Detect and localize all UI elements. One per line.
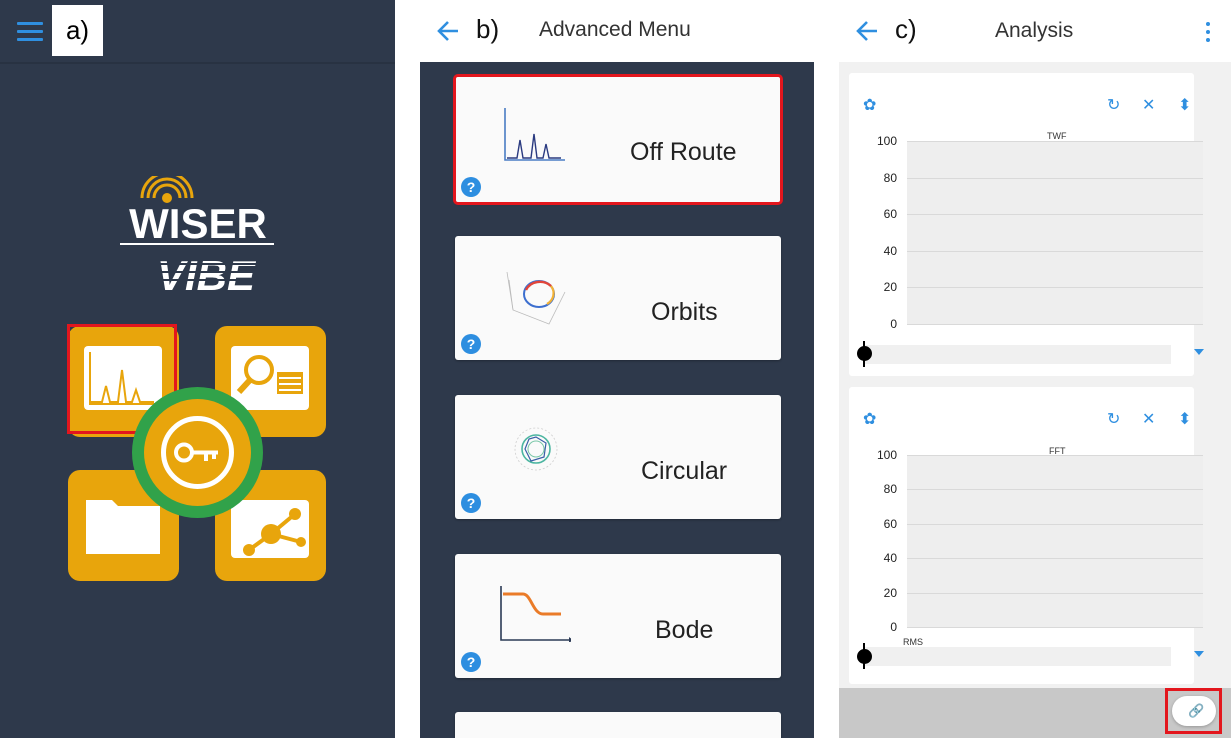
figure-label-c: c) [895, 14, 917, 44]
hamburger-menu-icon[interactable] [17, 22, 43, 42]
circular-plot-icon [514, 427, 558, 471]
link-icon: 🔗 [1188, 703, 1205, 718]
menu-card-label: Bode [655, 616, 714, 644]
y-tick-label: 20 [883, 586, 897, 600]
menu-card-bode[interactable]: Bode ? [455, 554, 781, 678]
range-slider[interactable] [863, 647, 1171, 666]
back-arrow-icon[interactable] [855, 20, 879, 42]
sort-icon[interactable]: ⬍ [1178, 95, 1191, 115]
menu-card-label: Orbits [651, 298, 718, 326]
gridline [907, 324, 1203, 325]
magnifier-document-icon [236, 355, 303, 395]
close-icon[interactable]: ✕ [1142, 95, 1155, 115]
gridline [907, 287, 1203, 288]
settings-icon[interactable]: ✿ [863, 409, 876, 429]
help-icon[interactable]: ? [461, 334, 481, 354]
plot-area [907, 141, 1203, 325]
gridline [907, 455, 1203, 456]
y-tick-label: 60 [883, 517, 897, 531]
refresh-icon[interactable]: ↻ [1107, 409, 1120, 429]
chart-title: TWF [1047, 131, 1067, 141]
y-tick-label: 60 [883, 207, 897, 221]
help-icon[interactable]: ? [461, 177, 481, 197]
menu-card-off-route[interactable]: Off Route ? [453, 74, 783, 205]
gridline [907, 524, 1203, 525]
gridline [907, 489, 1203, 490]
menu-card-circular[interactable]: Circular ? [455, 395, 781, 519]
bode-plot-icon [500, 586, 571, 642]
slider-handle[interactable] [857, 346, 872, 361]
key-icon [161, 416, 234, 489]
more-options-icon[interactable] [1205, 22, 1211, 42]
refresh-icon[interactable]: ↻ [1107, 95, 1120, 115]
help-icon[interactable]: ? [461, 652, 481, 672]
gridline [907, 627, 1203, 628]
link-button-body[interactable]: 🔗 [1172, 696, 1216, 726]
y-tick-label: 0 [890, 317, 897, 331]
y-tick-label: 80 [883, 171, 897, 185]
chevron-down-icon[interactable] [1194, 651, 1204, 657]
menu-card-partial[interactable] [455, 712, 781, 738]
wiser-vibe-logo: WISER VIBE [120, 176, 274, 298]
page-title: Advanced Menu [539, 18, 691, 41]
key-button[interactable] [132, 387, 263, 518]
chart-card-fft: ✿ ↻ ✕ ⬍ FFT 100 80 60 40 20 0 RMS [849, 387, 1204, 684]
gridline [907, 593, 1203, 594]
back-arrow-icon[interactable] [436, 20, 460, 42]
link-button[interactable]: 🔗 [1165, 688, 1222, 734]
gridline [907, 214, 1203, 215]
orbit-plot-icon [506, 271, 566, 325]
menu-card-orbits[interactable]: Orbits ? [455, 236, 781, 360]
sort-icon[interactable]: ⬍ [1178, 409, 1191, 429]
figure-label-b: b) [476, 14, 500, 44]
y-tick-label: 100 [876, 134, 897, 148]
advanced-menu-top-bar: b) Advanced Menu [420, 0, 814, 62]
rms-label: RMS [903, 637, 923, 647]
logo-text-wiser: WISER [129, 200, 267, 247]
panel-b-advanced-menu: b) Advanced Menu Off Route ? Orbits ? Ci… [420, 0, 814, 738]
menu-card-label: Circular [641, 457, 728, 485]
chart-card-twf: ✿ ↻ ✕ ⬍ TWF 100 80 60 40 20 0 [849, 73, 1204, 376]
y-tick-label: 0 [890, 620, 897, 634]
gridline [907, 558, 1203, 559]
chevron-down-icon[interactable] [1194, 349, 1204, 355]
y-tick-label: 40 [883, 551, 897, 565]
figure-label-a: a) [52, 5, 103, 56]
range-slider[interactable] [863, 345, 1171, 364]
spectrum-icon [504, 108, 565, 161]
slider-handle[interactable] [857, 649, 872, 664]
plot-area [907, 455, 1203, 627]
help-icon[interactable]: ? [461, 493, 481, 513]
folder-icon [86, 500, 160, 554]
close-icon[interactable]: ✕ [1142, 409, 1155, 429]
y-tick-label: 80 [883, 482, 897, 496]
y-tick-label: 100 [876, 448, 897, 462]
panel-c-analysis: c) Analysis ✿ ↻ ✕ ⬍ TWF 100 80 60 40 20 … [839, 0, 1231, 738]
settings-icon[interactable]: ✿ [863, 95, 876, 115]
gridline [907, 141, 1203, 142]
menu-card-label: Off Route [630, 138, 737, 166]
y-tick-label: 40 [883, 244, 897, 258]
y-tick-label: 20 [883, 280, 897, 294]
page-title: Analysis [995, 19, 1074, 42]
network-nodes-icon [243, 508, 306, 556]
panel-a-home: a) WISER VIBE [0, 0, 395, 738]
logo-text-vibe: VIBE [157, 252, 257, 298]
gridline [907, 178, 1203, 179]
analysis-top-bar: c) Analysis [839, 0, 1231, 62]
gridline [907, 251, 1203, 252]
